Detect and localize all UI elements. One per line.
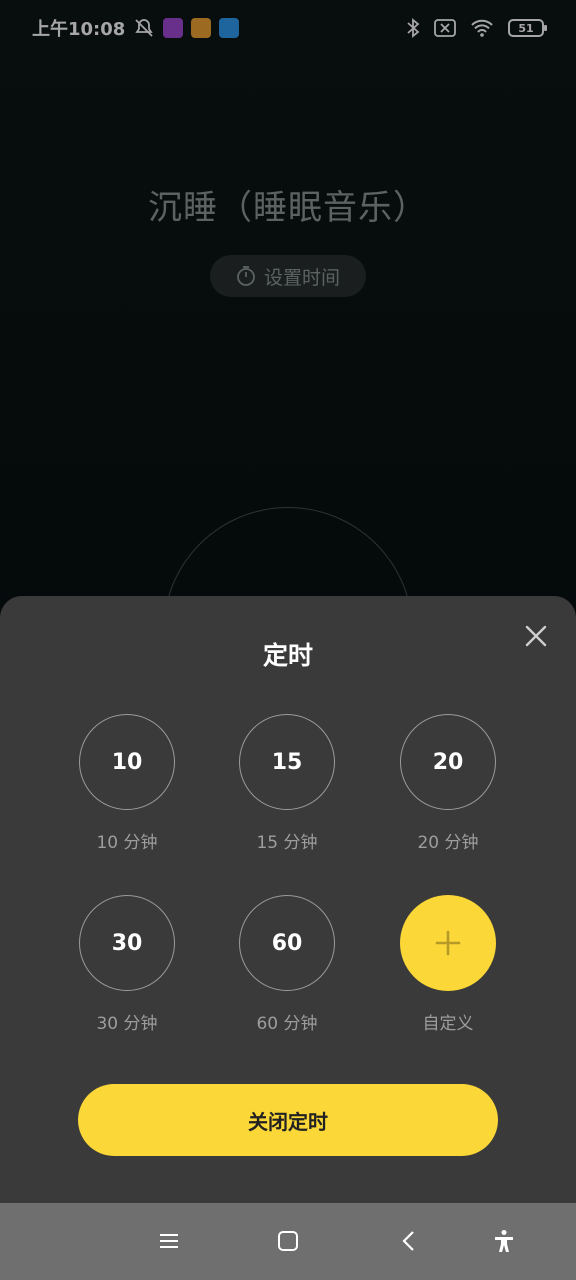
option-label: 60 分钟 [256, 1014, 318, 1034]
option-15-min[interactable]: 15 15 分钟 [237, 714, 337, 853]
option-60-min[interactable]: 60 60 分钟 [237, 895, 337, 1034]
option-label: 自定义 [422, 1014, 474, 1034]
close-timer-button[interactable]: 关闭定时 [78, 1084, 498, 1156]
option-20-min[interactable]: 20 20 分钟 [398, 714, 498, 853]
back-icon[interactable] [397, 1229, 421, 1253]
option-circle[interactable]: 15 [239, 714, 335, 810]
accessibility-icon[interactable] [492, 1229, 516, 1253]
option-label: 15 分钟 [256, 833, 318, 853]
option-10-min[interactable]: 10 10 分钟 [77, 714, 177, 853]
plus-icon [435, 930, 461, 956]
close-icon[interactable] [524, 624, 548, 648]
option-circle[interactable]: 30 [79, 895, 175, 991]
option-custom[interactable]: 自定义 [398, 895, 498, 1034]
option-30-min[interactable]: 30 30 分钟 [77, 895, 177, 1034]
navigation-bar [0, 1203, 576, 1280]
option-circle[interactable]: 20 [400, 714, 496, 810]
custom-add-button[interactable] [400, 895, 496, 991]
option-label: 20 分钟 [417, 833, 479, 853]
menu-icon[interactable] [157, 1229, 181, 1253]
option-circle[interactable]: 10 [79, 714, 175, 810]
timer-bottom-sheet: 定时 10 10 分钟 15 15 分钟 20 20 分钟 30 30 分钟 6… [0, 596, 576, 1203]
sheet-title: 定时 [262, 641, 313, 670]
option-label: 10 分钟 [96, 833, 158, 853]
option-label: 30 分钟 [96, 1014, 158, 1034]
option-circle[interactable]: 60 [239, 895, 335, 991]
home-icon[interactable] [276, 1229, 300, 1253]
